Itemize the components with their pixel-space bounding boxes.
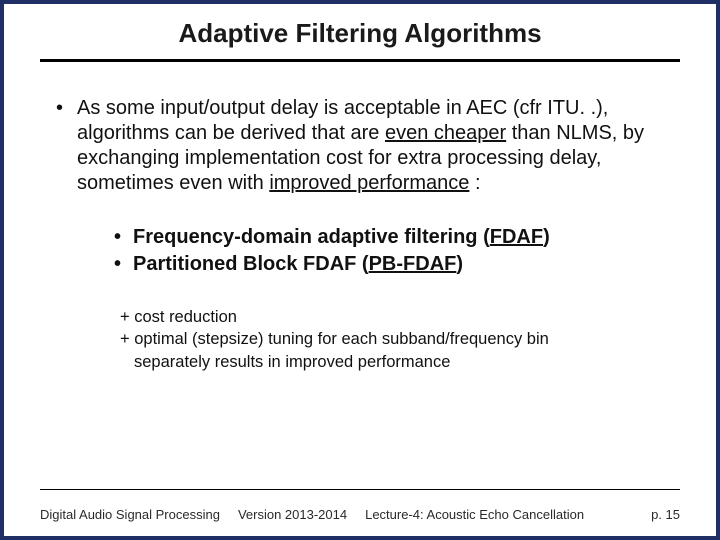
content-area: • As some input/output delay is acceptab… (4, 62, 716, 373)
bullet-main-u2: improved performance (269, 172, 469, 194)
slide: Adaptive Filtering Algorithms • As some … (4, 4, 716, 536)
sub-bullet-block: • Frequency-domain adaptive filtering (F… (114, 224, 672, 278)
sub2-u: PB-FDAF (369, 253, 457, 275)
sub2-pre: Partitioned Block FDAF ( (133, 253, 369, 275)
slide-title: Adaptive Filtering Algorithms (4, 4, 716, 59)
sub1-post: ) (543, 226, 550, 248)
sub-bullet-pbfdaf-text: Partitioned Block FDAF (PB-FDAF) (133, 251, 463, 278)
footer-divider (40, 489, 680, 490)
bullet-main-text: As some input/output delay is acceptable… (77, 96, 672, 196)
sub-bullet-fdaf-text: Frequency-domain adaptive filtering (FDA… (133, 224, 550, 251)
footer-lecture: Lecture-4: Acoustic Echo Cancellation (365, 507, 584, 522)
bullet-main-text-post: : (469, 172, 480, 194)
footer-version: Version 2013-2014 (238, 507, 347, 522)
sub-bullet-pbfdaf: • Partitioned Block FDAF (PB-FDAF) (114, 251, 672, 278)
plus-line-tuning-2: separately results in improved performan… (134, 351, 672, 373)
plus-line-cost: + cost reduction (120, 306, 672, 328)
bullet-main-u1: even cheaper (385, 122, 506, 144)
sub-bullet-fdaf: • Frequency-domain adaptive filtering (F… (114, 224, 672, 251)
footer-course: Digital Audio Signal Processing (40, 507, 220, 522)
footer-left: Digital Audio Signal Processing Version … (40, 507, 584, 522)
footer: Digital Audio Signal Processing Version … (40, 507, 680, 522)
bullet-main: • As some input/output delay is acceptab… (56, 96, 672, 196)
plus-block: + cost reduction + optimal (stepsize) tu… (120, 306, 672, 373)
bullet-icon: • (114, 251, 121, 278)
sub2-post: ) (456, 253, 463, 275)
bullet-icon: • (56, 96, 63, 121)
plus-line-tuning-1: + optimal (stepsize) tuning for each sub… (120, 328, 672, 350)
sub1-u: FDAF (490, 226, 543, 248)
bullet-icon: • (114, 224, 121, 251)
footer-page: p. 15 (651, 507, 680, 522)
sub1-pre: Frequency-domain adaptive filtering ( (133, 226, 490, 248)
